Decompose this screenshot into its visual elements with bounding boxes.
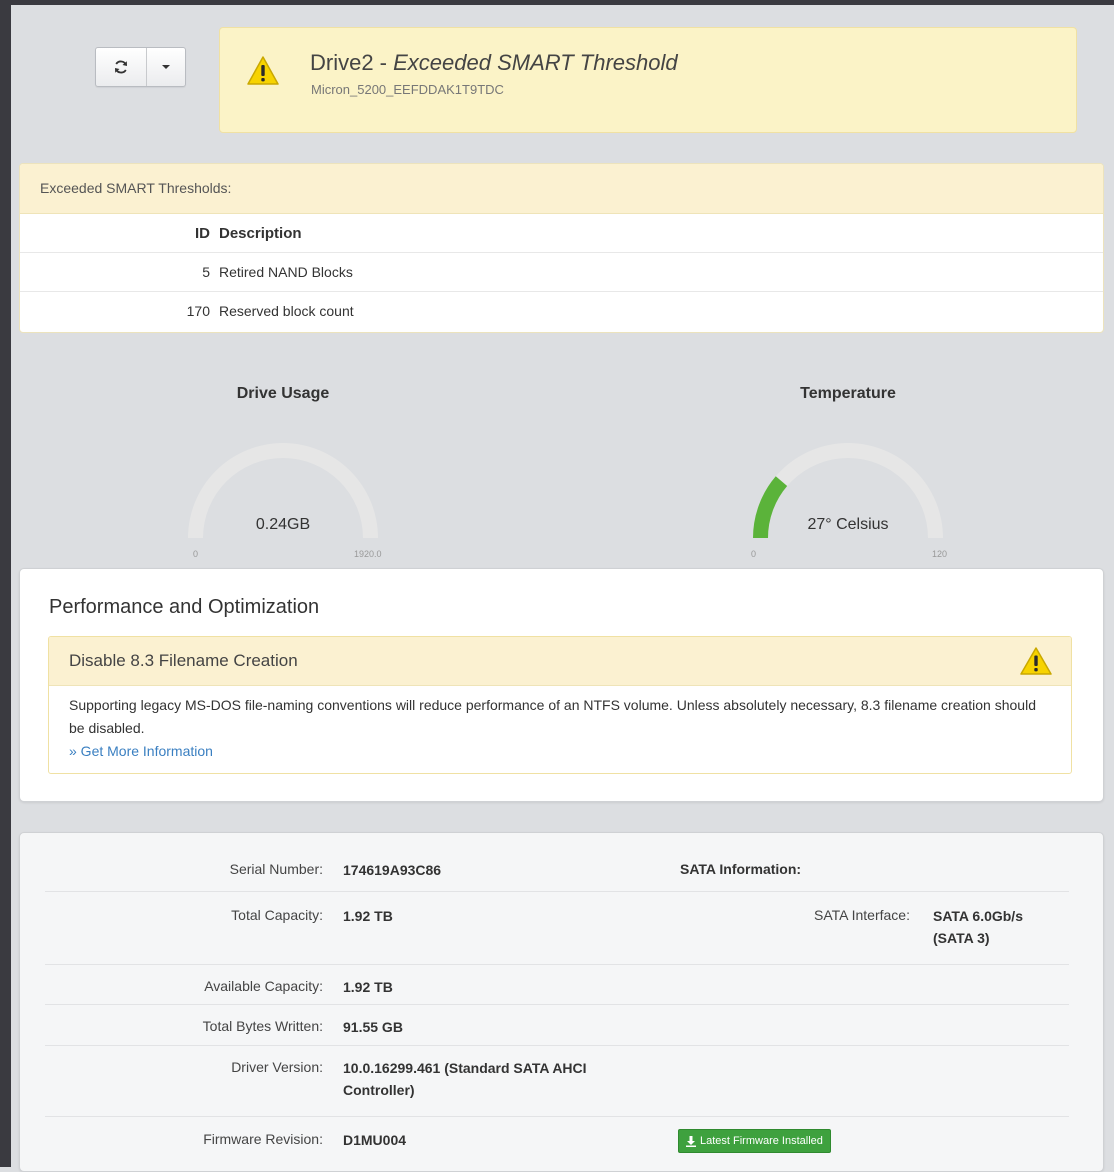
firmware-label: Firmware Revision: <box>203 1131 323 1147</box>
optimization-title: Disable 8.3 Filename Creation <box>69 651 298 670</box>
detail-row-driver-version: Driver Version: 10.0.16299.461 (Standard… <box>45 1046 1069 1117</box>
threshold-description: Reserved block count <box>219 303 354 319</box>
gauge-label: Drive Usage <box>236 385 330 402</box>
gauge-value: 0.24GB <box>255 516 311 533</box>
available-capacity-label: Available Capacity: <box>204 978 323 994</box>
drive-usage-gauge: Drive Usage 0.24GB 0 1920.0 <box>168 385 398 585</box>
performance-title: Performance and Optimization <box>49 596 320 618</box>
window-frame-top <box>0 0 1114 5</box>
column-header-id: ID <box>195 224 210 242</box>
smart-thresholds-title: Exceeded SMART Thresholds: <box>20 164 1103 214</box>
table-header-row: ID Description <box>20 214 1103 253</box>
gauge-max: 120 <box>932 549 948 559</box>
sata-interface-label: SATA Interface: <box>814 907 910 923</box>
firmware-value: D1MU004 <box>343 1132 407 1148</box>
detail-row-firmware: Firmware Revision: D1MU004 Latest Firmwa… <box>45 1117 1069 1167</box>
chevron-down-icon <box>162 65 170 69</box>
driver-version-value: 10.0.16299.461 (Standard SATA AHCI Contr… <box>343 1057 587 1101</box>
threshold-id: 170 <box>186 303 210 319</box>
optimization-card: Disable 8.3 Filename Creation Supporting… <box>48 636 1072 774</box>
optimization-card-header: Disable 8.3 Filename Creation <box>49 637 1071 686</box>
driver-version-label: Driver Version: <box>231 1059 323 1075</box>
refresh-icon <box>115 60 127 74</box>
detail-row-total-capacity: Total Capacity: 1.92 TB SATA Interface: … <box>45 892 1069 965</box>
threshold-description: Retired NAND Blocks <box>219 264 353 280</box>
serial-label: Serial Number: <box>229 861 323 877</box>
sata-interface-value: SATA 6.0Gb/s (SATA 3) <box>933 905 1023 949</box>
smart-thresholds-table: Exceeded SMART Thresholds: ID Descriptio… <box>19 163 1104 333</box>
gauge-label: Temperature <box>800 385 896 402</box>
table-row: 170 Reserved block count <box>20 292 1103 330</box>
table-row: 5 Retired NAND Blocks <box>20 253 1103 292</box>
gauge-max: 1920.0 <box>354 549 382 559</box>
refresh-options-dropdown[interactable] <box>147 48 185 86</box>
firmware-status-badge[interactable]: Latest Firmware Installed <box>678 1129 831 1153</box>
warning-icon <box>247 56 279 85</box>
drive-model: Micron_5200_EEFDDAK1T9TDC <box>311 82 504 97</box>
driver-version-line1: 10.0.16299.461 (Standard SATA AHCI <box>343 1060 587 1076</box>
performance-panel: Performance and Optimization Disable 8.3… <box>19 568 1104 802</box>
sata-interface-line2: (SATA 3) <box>933 930 990 946</box>
drive-name: Drive2 - <box>310 50 394 75</box>
drive-alert-banner: Drive2 - Exceeded SMART Threshold Micron… <box>219 27 1077 133</box>
threshold-id: 5 <box>202 264 210 280</box>
bytes-written-label: Total Bytes Written: <box>202 1018 323 1034</box>
firmware-badge-text: Latest Firmware Installed <box>700 1135 823 1147</box>
available-capacity-value: 1.92 TB <box>343 979 393 995</box>
sata-info-heading: SATA Information: <box>680 861 802 877</box>
optimization-body: Supporting legacy MS-DOS file-naming con… <box>49 686 1071 763</box>
column-header-description: Description <box>219 224 302 242</box>
download-icon <box>686 1135 696 1147</box>
sata-interface-line1: SATA 6.0Gb/s <box>933 908 1023 924</box>
driver-version-line2: Controller) <box>343 1082 415 1098</box>
drive-details-panel: Serial Number: 174619A93C86 SATA Informa… <box>19 832 1104 1172</box>
refresh-button[interactable] <box>96 48 147 86</box>
warning-icon <box>1020 647 1052 675</box>
total-capacity-value: 1.92 TB <box>343 908 393 924</box>
drive-status: Exceeded SMART Threshold <box>393 50 678 75</box>
serial-value: 174619A93C86 <box>343 862 442 878</box>
detail-row-available-capacity: Available Capacity: 1.92 TB <box>45 965 1069 1005</box>
optimization-description: Supporting legacy MS-DOS file-naming con… <box>69 697 1036 736</box>
detail-row-serial: Serial Number: 174619A93C86 SATA Informa… <box>45 849 1069 892</box>
gauge-min: 0 <box>193 549 199 559</box>
bytes-written-value: 91.55 GB <box>343 1019 403 1035</box>
window-frame-left <box>0 0 11 1167</box>
detail-row-bytes-written: Total Bytes Written: 91.55 GB <box>45 1005 1069 1046</box>
alert-title: Drive2 - Exceeded SMART Threshold <box>310 50 678 76</box>
gauge-value: 27° Celsius <box>807 516 889 533</box>
refresh-button-group <box>95 47 186 87</box>
total-capacity-label: Total Capacity: <box>231 907 323 923</box>
gauge-min: 0 <box>751 549 757 559</box>
get-more-info-link[interactable]: » Get More Information <box>69 743 213 759</box>
temperature-gauge: Temperature 27° Celsius 0 120 <box>733 385 963 585</box>
